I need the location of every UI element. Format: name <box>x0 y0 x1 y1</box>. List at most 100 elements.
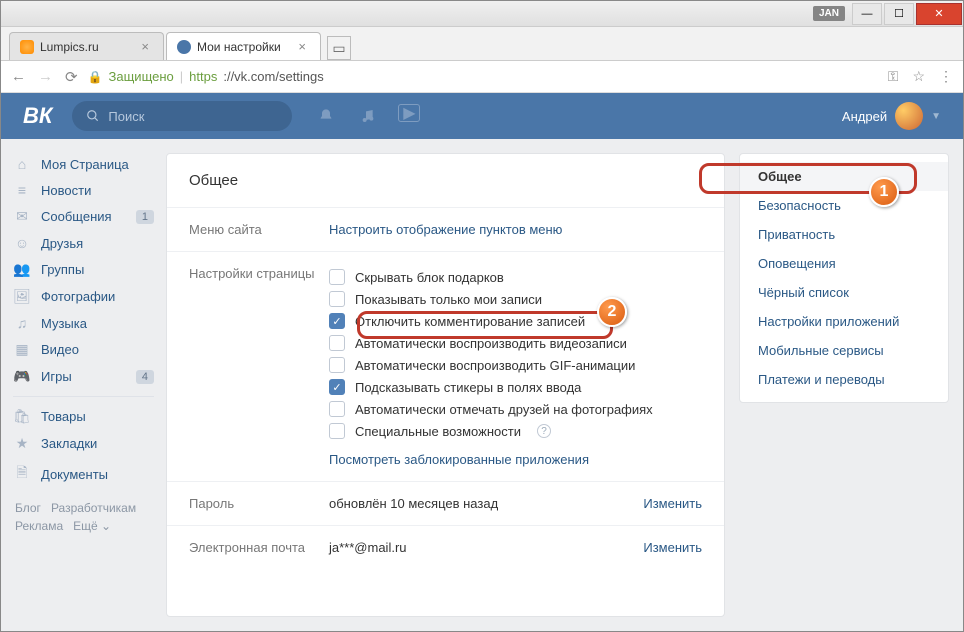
nav-item[interactable]: ✉Сообщения1 <box>1 203 166 230</box>
nav-icon: 🖼 <box>13 288 31 305</box>
nav-separator <box>13 396 154 397</box>
browser-tab-settings[interactable]: Мои настройки × <box>166 32 321 60</box>
extension-badge[interactable]: JAN <box>813 6 845 21</box>
browser-window: JAN — ☐ ✕ Lumpics.ru × Мои настройки × ▭… <box>0 0 964 632</box>
nav-item[interactable]: 👥Группы <box>1 256 166 283</box>
checkbox-label: Автоматически отмечать друзей на фотогра… <box>355 402 653 417</box>
checkbox[interactable] <box>329 269 345 285</box>
left-navigation: ⌂ Моя Страница ≡Новости✉Сообщения1 ☺ Друзья 👥… <box>1 139 166 631</box>
settings-nav-item[interactable]: Общее <box>740 162 948 191</box>
change-email-link[interactable]: Изменить <box>643 540 702 555</box>
nav-item[interactable]: ≡Новости <box>1 177 166 203</box>
section-label-page: Настройки страницы <box>189 266 329 467</box>
footer-links: Блог Разработчикам Реклама Ещё ⌄ <box>1 491 166 543</box>
nav-label: Моя Страница <box>41 157 129 172</box>
footer-link[interactable]: Разработчикам <box>51 501 136 515</box>
checkbox[interactable] <box>329 401 345 417</box>
nav-badge: 1 <box>136 210 154 224</box>
url-field[interactable]: 🔒 Защищено | https://vk.com/settings <box>88 69 878 84</box>
nav-item[interactable]: ♫Музыка <box>1 310 166 336</box>
search-input[interactable]: Поиск <box>72 101 292 131</box>
tab-close-icon[interactable]: × <box>137 39 153 54</box>
nav-item[interactable]: 🛍 Товары <box>1 403 166 430</box>
play-icon[interactable]: ▶ <box>398 104 420 122</box>
close-window-button[interactable]: ✕ <box>916 3 962 25</box>
nav-label: Видео <box>41 342 79 357</box>
username: Андрей <box>842 109 887 124</box>
search-placeholder: Поиск <box>108 109 144 124</box>
checkbox-label: Отключить комментирование записей <box>355 314 585 329</box>
nav-label: Группы <box>41 262 84 277</box>
checkbox[interactable] <box>329 291 345 307</box>
search-icon <box>86 109 100 123</box>
tab-title: Lumpics.ru <box>40 40 99 54</box>
settings-nav-item[interactable]: Мобильные сервисы <box>740 336 948 365</box>
checkbox[interactable]: ✓ <box>329 379 345 395</box>
maximize-button[interactable]: ☐ <box>884 3 914 25</box>
email-value: ja***@mail.ru <box>329 540 407 555</box>
configure-menu-link[interactable]: Настроить отображение пунктов меню <box>329 222 562 237</box>
user-menu[interactable]: Андрей ▼ <box>842 102 941 130</box>
settings-nav-item[interactable]: Приватность <box>740 220 948 249</box>
notifications-icon[interactable] <box>314 104 338 128</box>
checkbox-label: Автоматически воспроизводить GIF-анимаци… <box>355 358 635 373</box>
avatar <box>895 102 923 130</box>
setting-checkbox-row: Автоматически отмечать друзей на фотогра… <box>329 398 702 420</box>
footer-link[interactable]: Ещё ⌄ <box>73 519 111 533</box>
tab-close-icon[interactable]: × <box>294 39 310 54</box>
settings-nav-item[interactable]: Настройки приложений <box>740 307 948 336</box>
vk-logo[interactable]: ВК <box>23 103 52 129</box>
nav-item[interactable]: ☺ Друзья <box>1 230 166 256</box>
nav-item[interactable]: 🗎Документы <box>1 457 166 491</box>
nav-icon: ★ <box>13 435 31 452</box>
checkbox-label: Показывать только мои записи <box>355 292 542 307</box>
menu-icon[interactable]: ⋮ <box>939 68 953 85</box>
setting-checkbox-row: Специальные возможности? <box>329 420 702 442</box>
footer-link[interactable]: Блог <box>15 501 41 515</box>
checkbox[interactable] <box>329 357 345 373</box>
nav-icon: 🛍 <box>13 408 31 425</box>
reload-button[interactable]: ⟳ <box>65 68 78 86</box>
checkbox[interactable]: ✓ <box>329 313 345 329</box>
nav-item[interactable]: 🖼Фотографии <box>1 283 166 310</box>
back-button[interactable]: ← <box>11 68 26 86</box>
nav-item[interactable]: ⌂ Моя Страница <box>1 151 166 177</box>
music-icon[interactable] <box>356 104 380 128</box>
settings-nav-item[interactable]: Безопасность <box>740 191 948 220</box>
setting-checkbox-row: ✓ Отключить комментирование записей <box>329 310 702 332</box>
settings-nav-item[interactable]: Платежи и переводы <box>740 365 948 394</box>
browser-tab-lumpics[interactable]: Lumpics.ru × <box>9 32 164 60</box>
checkbox[interactable] <box>329 423 345 439</box>
blocked-apps-link[interactable]: Посмотреть заблокированные приложения <box>329 452 589 467</box>
setting-checkbox-row: Показывать только мои записи <box>329 288 702 310</box>
nav-label: Игры <box>41 369 72 384</box>
password-value: обновлён 10 месяцев назад <box>329 496 498 511</box>
nav-item[interactable]: ★Закладки <box>1 430 166 457</box>
forward-button[interactable]: → <box>38 68 53 86</box>
lock-icon: 🔒 <box>88 70 103 84</box>
nav-icon: ♫ <box>13 315 31 331</box>
secure-label: Защищено <box>109 69 174 84</box>
settings-nav-item[interactable]: Оповещения <box>740 249 948 278</box>
new-tab-button[interactable]: ▭ <box>327 36 351 60</box>
bookmark-icon[interactable]: ☆ <box>912 68 925 85</box>
setting-checkbox-row: ✓Подсказывать стикеры в полях ввода <box>329 376 702 398</box>
nav-label: Друзья <box>41 236 83 251</box>
minimize-button[interactable]: — <box>852 3 882 25</box>
settings-nav-item[interactable]: Чёрный список <box>740 278 948 307</box>
nav-icon: ≡ <box>13 182 31 198</box>
footer-link[interactable]: Реклама <box>15 519 63 533</box>
vk-header: ВК Поиск ▶ Андрей ▼ <box>1 93 963 139</box>
nav-label: Товары <box>41 409 86 424</box>
nav-item[interactable]: 🎮Игры4 <box>1 363 166 390</box>
nav-label: Документы <box>41 467 108 482</box>
favicon-icon <box>177 40 191 54</box>
key-icon[interactable]: ⚿ <box>888 68 899 85</box>
nav-icon: ⌂ <box>13 156 31 172</box>
nav-icon: ☺ <box>13 235 31 251</box>
content-area: ⌂ Моя Страница ≡Новости✉Сообщения1 ☺ Друзья 👥… <box>1 139 963 631</box>
checkbox[interactable] <box>329 335 345 351</box>
change-password-link[interactable]: Изменить <box>643 496 702 511</box>
nav-item[interactable]: ▦Видео <box>1 336 166 363</box>
help-icon[interactable]: ? <box>537 424 551 438</box>
